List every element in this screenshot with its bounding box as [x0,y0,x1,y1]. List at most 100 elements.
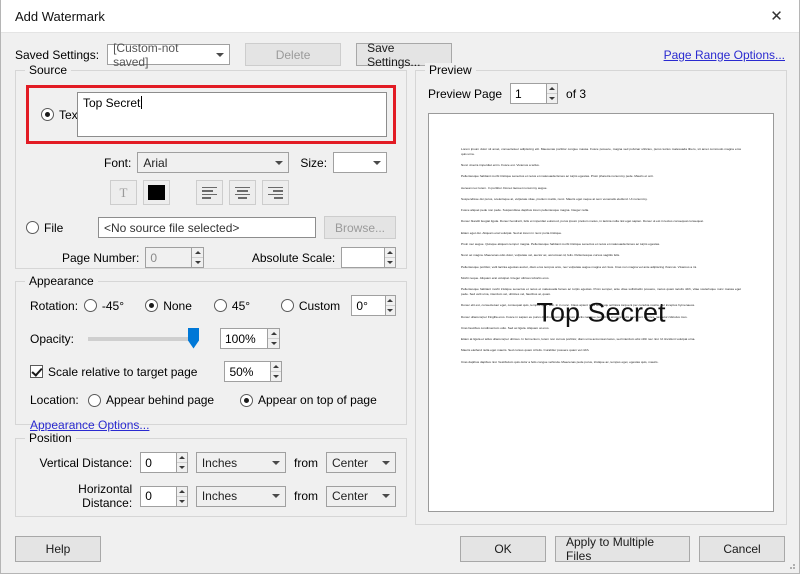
scale-input[interactable] [224,361,270,382]
scale-checkbox-label: Scale relative to target page [48,364,198,379]
stepper-arrows[interactable] [176,485,188,507]
absolute-scale-label: Absolute Scale: [251,250,336,265]
vertical-unit-value: Inches [201,455,238,470]
align-left-icon[interactable] [196,180,223,205]
absolute-scale-input[interactable] [341,247,384,268]
preview-legend: Preview [425,63,476,77]
stepper-arrows[interactable] [176,452,188,473]
page-range-options-link[interactable]: Page Range Options... [664,48,785,62]
preview-page-stepper[interactable] [510,83,559,104]
rotation-option-custom[interactable]: Custom [280,298,352,313]
position-body: Vertical Distance: Inches from Center [16,439,406,520]
scale-checkbox-row[interactable]: Scale relative to target page [30,365,197,379]
ok-button[interactable]: OK [460,536,546,562]
location-row: Location: Appear behind page Appear on t… [30,393,396,407]
apply-multiple-files-button[interactable]: Apply to Multiple Files [555,535,690,563]
rotation-radio-minus45[interactable] [83,299,97,312]
appearance-options-row: Appearance Options... [30,418,396,432]
vertical-distance-label: Vertical Distance: [39,455,133,470]
chevron-down-icon [267,453,285,472]
preview-paragraph: Aenean nec lorem. In porttitor. Donec la… [461,185,548,190]
preview-paragraph: Lorem ipsum dolor sit amet, consectetuer… [461,147,741,156]
font-dropdown[interactable]: Arial [137,152,290,173]
scale-checkbox[interactable] [30,365,43,378]
rotation-radio-none[interactable] [145,299,159,312]
location-radio-behind[interactable] [88,393,101,407]
stepper-arrows[interactable] [383,247,396,268]
watermark-text-input[interactable]: Top Secret [77,92,387,137]
opacity-input[interactable] [220,328,268,349]
size-dropdown[interactable] [333,152,388,173]
text-properties-icon[interactable]: T [110,180,137,205]
location-radio-ontop[interactable] [240,393,253,407]
rotation-label-custom: Custom [298,298,341,313]
vertical-distance-input[interactable] [140,452,177,473]
rotation-custom-input[interactable] [351,295,385,316]
rotation-option-minus45[interactable]: -45° [83,299,145,313]
rotation-option-45[interactable]: 45° [213,299,281,313]
text-color-swatch[interactable] [143,180,170,205]
file-path-input[interactable]: <No source file selected> [98,217,316,238]
horizontal-unit-dropdown[interactable]: Inches [195,485,286,507]
dialog-footer: Help OK Apply to Multiple Files Cancel [1,525,799,573]
preview-document-text: Lorem ipsum dolor sit amet, consectetuer… [461,147,741,364]
resize-grip[interactable] [786,560,796,570]
position-legend: Position [25,431,76,445]
preview-page-label: Preview Page [428,86,503,101]
vertical-origin-dropdown[interactable]: Center [325,452,397,473]
rotation-option-none[interactable]: None [145,299,214,313]
vertical-unit-dropdown[interactable]: Inches [195,452,286,473]
scale-row: Scale relative to target page [30,361,396,382]
rotation-radio-custom[interactable] [280,299,294,312]
horizontal-from-label: from [293,489,318,503]
opacity-label: Opacity: [30,331,75,346]
chevron-down-icon [267,487,285,506]
footer-actions: OK Apply to Multiple Files Cancel [460,535,785,563]
rotation-radio-45[interactable] [213,299,227,312]
help-button[interactable]: Help [15,536,101,562]
preview-paragraph: Etiam eget dui. Aliquam erat volutpat. S… [461,230,562,235]
preview-page-input[interactable] [510,83,547,104]
page-number-row: Page Number: Absolute Scale: [26,247,396,268]
align-center-icon[interactable] [229,180,256,205]
text-radio-row[interactable]: Text [41,108,81,122]
browse-button[interactable]: Browse... [324,216,396,239]
absolute-scale-stepper[interactable] [341,247,396,268]
delete-button[interactable]: Delete [245,43,342,66]
page-number-input[interactable] [145,247,192,268]
opacity-slider-thumb[interactable] [188,327,199,349]
stepper-arrows[interactable] [191,247,204,268]
saved-settings-dropdown[interactable]: [Custom-not saved] [107,41,231,69]
location-label-behind: Appear behind page [106,393,215,407]
cancel-button[interactable]: Cancel [699,536,785,562]
text-radio[interactable] [41,108,54,121]
horizontal-distance-stepper[interactable] [140,485,188,507]
vertical-distance-stepper[interactable] [140,452,188,473]
scale-stepper[interactable] [224,361,283,382]
preview-pane: Preview Preview Page of 3 Lorem ipsum do… [415,63,787,525]
stepper-arrows[interactable] [546,83,559,104]
location-option-behind[interactable]: Appear behind page [88,393,240,407]
close-icon[interactable]: ✕ [754,0,799,32]
rotation-custom-stepper[interactable] [351,295,396,316]
horizontal-distance-input[interactable] [140,485,177,507]
stepper-arrows[interactable] [270,361,283,382]
stepper-arrows[interactable] [267,328,280,349]
preview-paragraph: Suspendisse dui purus, scelerisque at, v… [461,196,648,201]
horizontal-origin-dropdown[interactable]: Center [325,485,397,507]
file-radio-row[interactable]: File [26,221,90,235]
opacity-slider[interactable] [88,327,199,349]
preview-paragraph: Morbi neque. Aliquam erat volutpat. Inte… [461,275,550,280]
horizontal-origin-value: Center [331,489,369,503]
appearance-options-link[interactable]: Appearance Options... [30,418,149,432]
location-option-ontop[interactable]: Appear on top of page [240,393,377,407]
file-radio[interactable] [26,221,39,234]
preview-paragraph: Proin nec augue. Quisque aliquam tempor … [461,242,660,247]
preview-paragraph: Donec blandit feugiat ligula. Donec hend… [461,219,704,224]
rotation-label-none: None [163,298,192,313]
align-right-icon[interactable] [262,180,289,205]
opacity-stepper[interactable] [220,328,280,349]
opacity-row: Opacity: [30,327,396,349]
page-number-stepper[interactable] [145,247,204,268]
stepper-arrows[interactable] [384,295,396,316]
